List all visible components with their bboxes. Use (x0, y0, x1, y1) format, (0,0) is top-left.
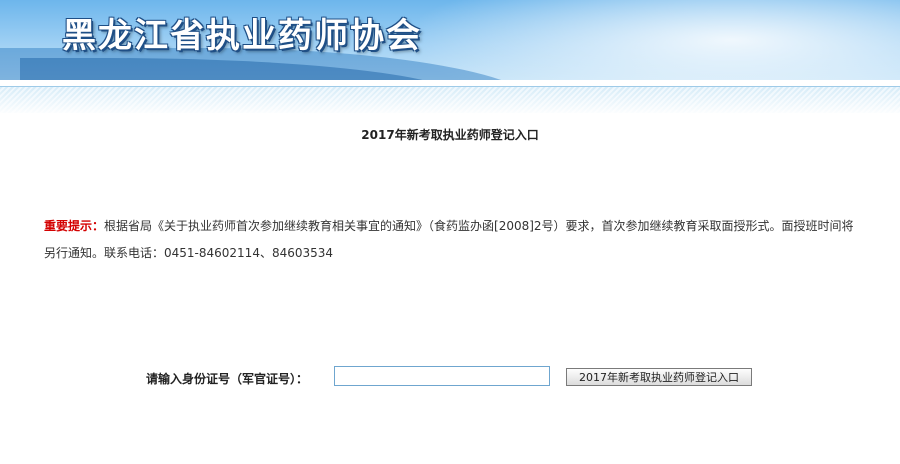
notice-label: 重要提示： (44, 219, 105, 233)
site-title: 黑龙江省执业药师协会 (62, 16, 422, 56)
banner-glow-decoration (420, 0, 900, 80)
id-number-input[interactable] (334, 366, 550, 386)
header-divider-strip (0, 86, 900, 113)
registration-form: 请输入身份证号（军官证号）： 2017年新考取执业药师登记入口 (0, 366, 900, 388)
important-notice: 重要提示：根据省局《关于执业药师首次参加继续教育相关事宜的通知》（食药监办函[2… (44, 213, 862, 267)
registration-submit-button[interactable]: 2017年新考取执业药师登记入口 (566, 368, 752, 386)
id-number-label: 请输入身份证号（军官证号）： (146, 372, 309, 386)
header-banner: 黑龙江省执业药师协会 (0, 0, 900, 80)
notice-text: 根据省局《关于执业药师首次参加继续教育相关事宜的通知》（食药监办函[2008]2… (44, 219, 854, 260)
page-title: 2017年新考取执业药师登记入口 (361, 128, 539, 142)
